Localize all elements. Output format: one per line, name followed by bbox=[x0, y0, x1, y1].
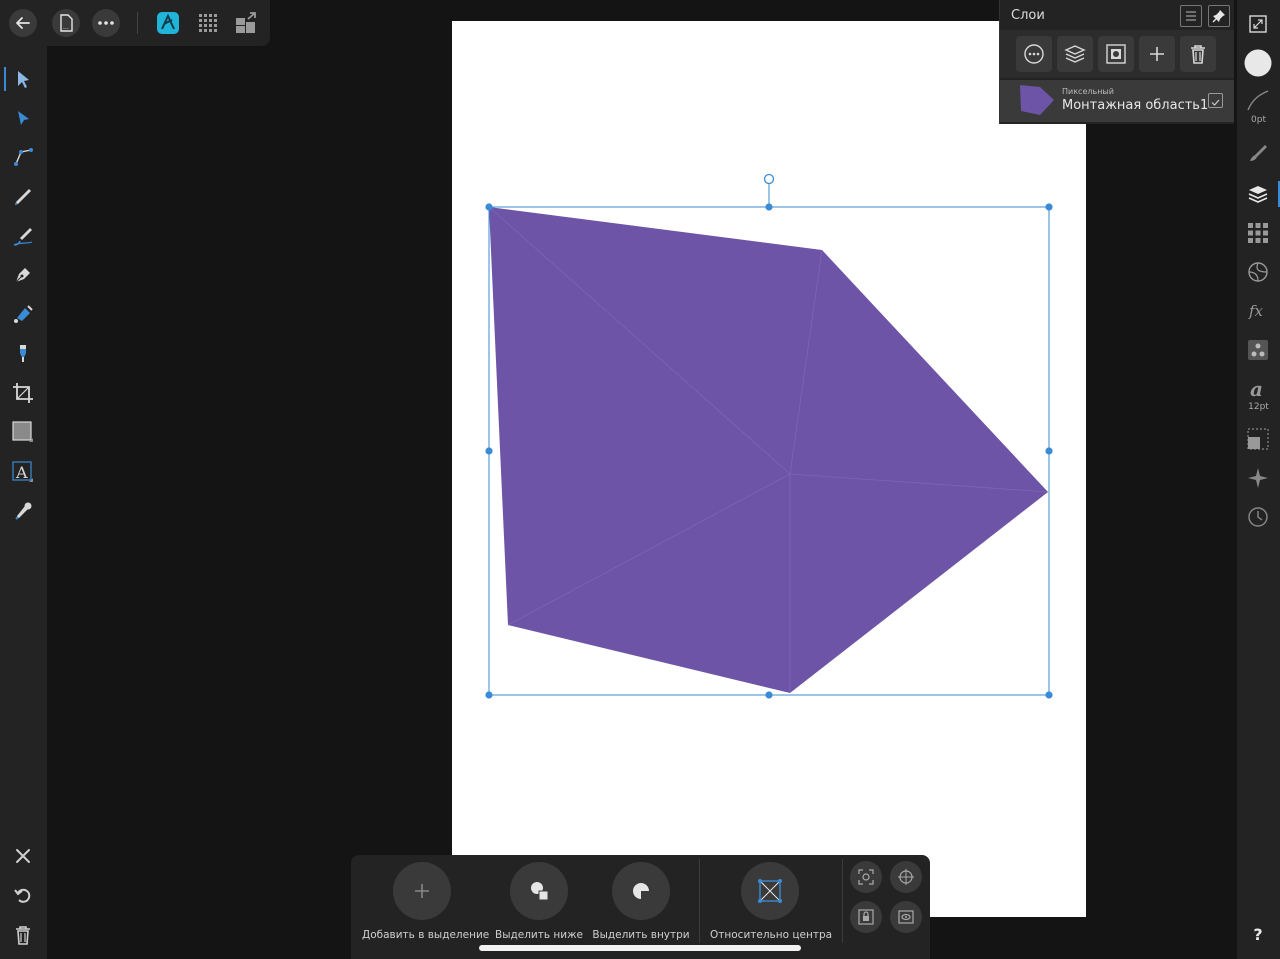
svg-text:...: ... bbox=[63, 24, 69, 31]
document-icon[interactable]: ... bbox=[52, 9, 80, 37]
layer-options-icon[interactable] bbox=[1016, 36, 1052, 72]
add-to-selection-label: Добавить в выделение bbox=[362, 929, 490, 941]
fullscreen-icon[interactable] bbox=[1243, 9, 1273, 39]
layer-type-label: Пиксельный bbox=[1062, 87, 1114, 96]
layer-row[interactable]: Пиксельный Монтажная область1 bbox=[1000, 80, 1234, 122]
relative-center-icon bbox=[741, 862, 799, 920]
layer-visibility-checkbox[interactable] bbox=[1208, 93, 1223, 108]
close-icon[interactable] bbox=[8, 841, 38, 871]
pin-icon[interactable] bbox=[1208, 5, 1230, 27]
artboard[interactable] bbox=[452, 21, 1086, 917]
pen-nib-icon[interactable] bbox=[8, 260, 38, 290]
view-bounds-icon[interactable] bbox=[890, 901, 922, 933]
panel-menu-icon[interactable] bbox=[1180, 5, 1202, 27]
add-to-selection-button[interactable]: Добавить в выделение bbox=[362, 862, 490, 941]
more-dots-icon[interactable] bbox=[92, 9, 120, 37]
svg-text:a: a bbox=[1250, 378, 1263, 400]
text-size-label: 12pt bbox=[1248, 402, 1269, 412]
pointer-icon[interactable] bbox=[4, 64, 38, 94]
help-button[interactable]: ? bbox=[1243, 919, 1273, 949]
home-indicator bbox=[479, 945, 801, 951]
delete-layer-icon[interactable] bbox=[1180, 36, 1216, 72]
transparency-icon[interactable] bbox=[8, 338, 38, 368]
undo-icon[interactable] bbox=[8, 880, 38, 910]
fill-icon[interactable] bbox=[8, 299, 38, 329]
styles-icon[interactable] bbox=[1243, 335, 1273, 365]
layers-panel: Слои Пиксельный Монтажная область1 bbox=[999, 0, 1234, 124]
layers-icon[interactable] bbox=[1243, 179, 1280, 209]
toolbar-separator bbox=[137, 12, 138, 34]
checkmark-icon bbox=[1211, 99, 1220, 106]
layer-name-label: Монтажная область1 bbox=[1062, 98, 1209, 113]
designer-persona-icon[interactable] bbox=[154, 9, 182, 37]
vector-brush-icon[interactable] bbox=[8, 221, 38, 251]
brush-icon[interactable] bbox=[1243, 138, 1273, 168]
context-separator bbox=[842, 859, 843, 943]
mask-layer-icon[interactable] bbox=[1098, 36, 1134, 72]
select-inside-label: Выделить внутри bbox=[592, 929, 690, 941]
transform-icon[interactable] bbox=[1243, 424, 1273, 454]
text-icon[interactable]: A bbox=[8, 457, 38, 487]
text-style-icon[interactable]: a bbox=[1243, 374, 1273, 404]
color-swatch-icon[interactable] bbox=[1243, 48, 1273, 78]
plus-icon bbox=[393, 862, 451, 920]
main-toolbar: ... bbox=[0, 0, 270, 46]
pencil-icon[interactable] bbox=[8, 182, 38, 212]
stroke-icon[interactable] bbox=[1243, 86, 1273, 116]
context-toolbar: Добавить в выделение Выделить ниже Выдел… bbox=[351, 855, 930, 959]
pixel-persona-icon[interactable] bbox=[194, 9, 222, 37]
crop-icon[interactable] bbox=[8, 378, 38, 408]
back-arrow-icon[interactable] bbox=[9, 9, 37, 37]
eyedropper-icon[interactable] bbox=[8, 496, 38, 526]
selection-scale-icon[interactable] bbox=[850, 861, 882, 893]
trash-icon[interactable] bbox=[8, 920, 38, 950]
history-icon[interactable] bbox=[1243, 502, 1273, 532]
select-inside-button[interactable]: Выделить внутри bbox=[581, 862, 701, 941]
layers-panel-title: Слои bbox=[1011, 8, 1045, 23]
relative-center-button[interactable]: Относительно центра bbox=[710, 862, 833, 941]
relative-center-label: Относительно центра bbox=[710, 929, 833, 941]
export-persona-icon[interactable] bbox=[232, 9, 260, 37]
add-layer-icon[interactable] bbox=[1139, 36, 1175, 72]
navigator-icon[interactable] bbox=[1243, 257, 1273, 287]
layer-stack-icon[interactable] bbox=[1057, 36, 1093, 72]
svg-text:fx: fx bbox=[1248, 302, 1264, 320]
layer-thumbnail bbox=[1020, 85, 1054, 115]
crosshair-icon[interactable] bbox=[890, 861, 922, 893]
select-below-icon bbox=[510, 862, 568, 920]
context-separator bbox=[699, 859, 700, 943]
tools-panel: A bbox=[0, 46, 47, 959]
effects-icon[interactable]: fx bbox=[1243, 296, 1273, 326]
studio-panel: 0pt fx a 12pt ? bbox=[1237, 0, 1280, 959]
square-icon[interactable] bbox=[8, 417, 38, 447]
node-pointer-icon[interactable] bbox=[8, 103, 38, 133]
corner-icon[interactable] bbox=[8, 142, 38, 172]
stroke-width-label: 0pt bbox=[1251, 115, 1266, 125]
svg-text:A: A bbox=[15, 463, 28, 482]
layers-actions-bar bbox=[1000, 30, 1234, 78]
lock-children-icon[interactable] bbox=[850, 901, 882, 933]
select-inside-icon bbox=[612, 862, 670, 920]
snapping-icon[interactable] bbox=[1243, 463, 1273, 493]
grid-icon[interactable] bbox=[1243, 218, 1273, 248]
